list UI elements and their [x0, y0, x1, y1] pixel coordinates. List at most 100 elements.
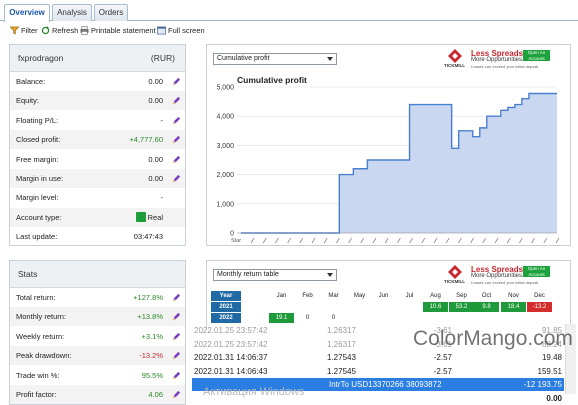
monthly-return-cell: 9.8 — [474, 302, 499, 312]
monthly-return-cell: 53.2 — [449, 302, 474, 312]
stats-row-label: Trade win %: — [16, 370, 60, 380]
tab-overview[interactable]: Overview — [4, 4, 50, 22]
account-name: fxprodragon — [18, 53, 64, 63]
account-row-value: 0.00 — [148, 174, 163, 183]
stats-row-value: 4.06 — [148, 390, 163, 399]
account-row-label: Margin level: — [16, 193, 59, 203]
edit-pencil-icon[interactable] — [172, 312, 181, 321]
tab-orders[interactable]: Orders — [94, 4, 128, 21]
account-row-value: +4,777.60 — [129, 135, 163, 145]
chart-x-tick-mark — [482, 237, 487, 244]
account-type-value: Real — [147, 212, 163, 222]
account-row: Balance: 0.00 — [10, 72, 185, 91]
stats-row: Profit factor: 4.06 — [10, 385, 185, 404]
chart-x-tick-mark — [336, 237, 340, 244]
chart-x-tick-mark — [275, 237, 279, 244]
edit-pencil-icon[interactable] — [172, 332, 181, 341]
monthly-year-cell: 2021 — [211, 302, 241, 312]
chart-x-tick-mark — [458, 237, 462, 244]
ad-banner-top[interactable]: TICKMILL Less Spreads. More Opportunitie… — [444, 49, 557, 71]
history-price: 1.26317 — [327, 339, 356, 349]
chart-x-tick-mark — [323, 237, 328, 244]
edit-pencil-icon[interactable] — [172, 77, 181, 86]
edit-pencil-icon[interactable] — [172, 135, 181, 144]
full-screen-button[interactable]: Full screen — [157, 24, 205, 36]
edit-pencil-icon[interactable] — [172, 174, 181, 183]
monthly-month-header: Sep — [456, 293, 467, 299]
account-row-value: 0.00 — [148, 96, 163, 106]
account-row: Free margin: 0.00 — [10, 150, 185, 169]
chart-x-tick-mark — [397, 237, 401, 244]
monthly-year-header: Year — [211, 291, 241, 301]
filter-label: Filter — [21, 25, 38, 35]
refresh-label: Refresh — [52, 25, 79, 35]
account-row: Last update: 03:47:43 — [10, 227, 185, 246]
history-price: 1.27545 — [327, 366, 356, 376]
edit-pencil-icon[interactable] — [172, 116, 181, 125]
edit-pencil-icon[interactable] — [172, 155, 181, 164]
history-row[interactable]: 2022.01.31 14:06:43 1.27545 -2.57 159.51 — [192, 365, 564, 378]
account-row: Account type: Real — [10, 207, 185, 227]
chart-y-tick-label: 1,000 — [216, 201, 234, 208]
monthly-month-header: Dec — [534, 293, 545, 299]
chart-x-tick-mark — [421, 237, 426, 244]
monthly-month-header: Mar — [328, 293, 339, 299]
full-screen-label: Full screen — [168, 25, 205, 35]
history-price: 1.26317 — [327, 326, 356, 335]
edit-pencil-icon[interactable] — [172, 371, 181, 380]
edit-pencil-icon[interactable] — [172, 96, 181, 105]
chart-x-tick-mark — [250, 237, 255, 244]
stats-row-value: +3.1% — [141, 331, 163, 341]
account-header: fxprodragon (RUR) — [10, 45, 185, 72]
chart-x-tick-mark — [372, 237, 377, 244]
chart-x-tick-mark — [543, 237, 548, 244]
edit-pencil-icon[interactable] — [172, 390, 181, 399]
tab-orders-label: Orders — [98, 8, 124, 17]
chart-x-tick-mark — [409, 237, 413, 244]
monthly-month-header: Feb — [302, 293, 313, 299]
history-date: 2022.01.25 23:57:42 — [194, 339, 268, 349]
edit-pencil-icon[interactable] — [172, 351, 181, 360]
account-row-label: Equity: — [16, 96, 39, 106]
history-balance: 159.51 — [537, 366, 562, 376]
account-currency: (RUR) — [150, 53, 175, 63]
ad-open-account-button[interactable]: Open An Account — [523, 266, 550, 277]
account-row-value: - — [160, 193, 164, 203]
chart-x-tick-mark — [299, 237, 304, 244]
ad-open-account-button[interactable]: Open An Account — [523, 50, 550, 61]
stats-row-label: Total return: — [16, 293, 56, 302]
watermark-tld: .com — [527, 327, 573, 350]
chart-area-fill — [241, 93, 557, 233]
history-balance: -12 193.75 — [523, 380, 562, 389]
edit-pencil-icon[interactable] — [172, 293, 181, 302]
history-row[interactable]: 2022.01.31 14:06:37 1.27543 -2.57 19.48 — [192, 351, 564, 364]
chart-x-tick-mark — [360, 237, 365, 244]
refresh-button[interactable]: Refresh — [41, 24, 78, 36]
chart-panel: Cumulative profit TICKMILL Less Spreads.… — [206, 44, 571, 246]
fullscreen-icon — [157, 26, 166, 34]
tab-analysis[interactable]: Analysis — [52, 4, 92, 21]
chart-x-tick-mark — [494, 237, 499, 244]
monthly-return-select[interactable]: Monthly return table — [213, 269, 337, 281]
chart-x-tick-mark — [555, 237, 560, 244]
printable-statement-button[interactable]: Printable statement — [80, 24, 156, 36]
printer-icon — [80, 25, 89, 35]
account-row-value: - — [160, 115, 164, 125]
monthly-return-cell: 19.1 — [269, 313, 294, 323]
watermark-color: Color — [413, 327, 464, 350]
ad-subline: More Opportunities. — [471, 57, 524, 63]
chart-x-tick-mark — [445, 237, 450, 244]
stats-row-label: Peak drawdown: — [16, 351, 72, 361]
cumulative-profit-chart: Cumulative profit5,000 4,000 3,000 2,000 1,0… — [216, 75, 560, 244]
toolbar: Filter Refresh Printable statement Full … — [0, 22, 578, 38]
ad-brand: TICKMILL — [444, 63, 465, 68]
account-row-value: Real — [135, 208, 163, 227]
filter-button[interactable]: Filter — [10, 24, 38, 36]
ad-banner-bottom[interactable]: TICKMILL Less Spreads. More Opportunitie… — [444, 265, 557, 287]
monthly-return-cell: -13.2 — [527, 302, 552, 312]
ad-subline: More Opportunities. — [471, 273, 524, 279]
history-price: IntrTo USD13370266 38093872 — [329, 380, 442, 389]
history-profit: -2.57 — [433, 353, 452, 362]
stats-row: Weekly return: +3.1% — [10, 327, 185, 346]
chart-type-select[interactable]: Cumulative profit — [213, 53, 337, 65]
